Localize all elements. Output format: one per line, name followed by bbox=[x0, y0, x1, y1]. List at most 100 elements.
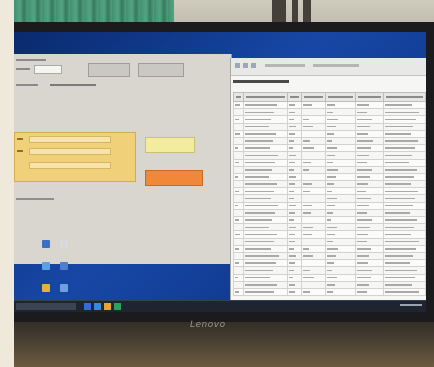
grid-column-header[interactable] bbox=[243, 92, 288, 102]
table-cell[interactable] bbox=[287, 223, 302, 232]
table-cell[interactable] bbox=[383, 180, 426, 189]
table-cell[interactable] bbox=[355, 100, 384, 110]
table-cell[interactable] bbox=[287, 158, 302, 167]
table-cell[interactable] bbox=[355, 201, 384, 210]
table-cell[interactable] bbox=[233, 208, 244, 218]
table-row[interactable] bbox=[233, 136, 426, 146]
table-cell[interactable] bbox=[325, 136, 356, 146]
table-cell[interactable] bbox=[233, 251, 244, 261]
table-cell[interactable] bbox=[355, 165, 384, 174]
table-cell[interactable] bbox=[243, 208, 288, 218]
grid-column-header[interactable] bbox=[301, 92, 326, 102]
table-cell[interactable] bbox=[383, 187, 426, 196]
table-cell[interactable] bbox=[383, 215, 426, 225]
grid-column-header[interactable] bbox=[233, 92, 244, 102]
table-cell[interactable] bbox=[287, 108, 302, 117]
table-cell[interactable] bbox=[233, 194, 244, 203]
taskbar-app-icon[interactable] bbox=[84, 303, 91, 310]
table-cell[interactable] bbox=[383, 230, 426, 239]
grid-column-header[interactable] bbox=[325, 92, 356, 102]
table-cell[interactable] bbox=[243, 129, 288, 138]
table-cell[interactable] bbox=[301, 151, 326, 160]
table-cell[interactable] bbox=[325, 165, 356, 174]
table-cell[interactable] bbox=[233, 187, 244, 196]
table-cell[interactable] bbox=[287, 244, 302, 253]
table-cell[interactable] bbox=[233, 230, 244, 239]
table-cell[interactable] bbox=[325, 223, 356, 232]
table-cell[interactable] bbox=[233, 180, 244, 189]
table-cell[interactable] bbox=[383, 244, 426, 253]
toolbar-icon[interactable] bbox=[235, 63, 240, 68]
table-cell[interactable] bbox=[355, 172, 384, 182]
table-cell[interactable] bbox=[287, 151, 302, 160]
table-cell[interactable] bbox=[243, 194, 288, 203]
table-cell[interactable] bbox=[383, 194, 426, 203]
table-cell[interactable] bbox=[325, 201, 356, 210]
table-cell[interactable] bbox=[325, 215, 356, 225]
table-row[interactable] bbox=[233, 158, 426, 167]
table-cell[interactable] bbox=[325, 259, 356, 268]
table-cell[interactable] bbox=[243, 115, 288, 124]
table-cell[interactable] bbox=[355, 230, 384, 239]
grid-column-header[interactable] bbox=[355, 92, 384, 102]
table-row[interactable] bbox=[233, 187, 426, 196]
table-cell[interactable] bbox=[243, 187, 288, 196]
table-cell[interactable] bbox=[287, 237, 302, 246]
desktop-icon[interactable] bbox=[42, 240, 50, 248]
table-cell[interactable] bbox=[301, 158, 326, 167]
dropdown-input[interactable] bbox=[34, 65, 62, 74]
table-cell[interactable] bbox=[355, 237, 384, 246]
table-cell[interactable] bbox=[233, 273, 244, 282]
table-cell[interactable] bbox=[233, 136, 244, 146]
table-row[interactable] bbox=[233, 273, 426, 282]
table-row[interactable] bbox=[233, 287, 426, 297]
table-cell[interactable] bbox=[325, 251, 356, 261]
table-cell[interactable] bbox=[325, 151, 356, 160]
table-cell[interactable] bbox=[383, 172, 426, 182]
table-row[interactable] bbox=[233, 100, 426, 110]
table-cell[interactable] bbox=[325, 194, 356, 203]
table-cell[interactable] bbox=[355, 259, 384, 268]
table-cell[interactable] bbox=[301, 201, 326, 210]
table-cell[interactable] bbox=[243, 223, 288, 232]
table-cell[interactable] bbox=[233, 259, 244, 268]
table-cell[interactable] bbox=[243, 230, 288, 239]
table-row[interactable] bbox=[233, 215, 426, 225]
table-row[interactable] bbox=[233, 122, 426, 131]
table-cell[interactable] bbox=[233, 144, 244, 153]
table-row[interactable] bbox=[233, 251, 426, 261]
toolbar-icon[interactable] bbox=[251, 63, 256, 68]
table-cell[interactable] bbox=[383, 251, 426, 261]
table-cell[interactable] bbox=[287, 273, 302, 282]
table-cell[interactable] bbox=[287, 266, 302, 275]
table-cell[interactable] bbox=[325, 144, 356, 153]
table-cell[interactable] bbox=[383, 208, 426, 218]
table-cell[interactable] bbox=[243, 244, 288, 253]
table-cell[interactable] bbox=[243, 144, 288, 153]
table-row[interactable] bbox=[233, 129, 426, 138]
table-cell[interactable] bbox=[355, 251, 384, 261]
table-cell[interactable] bbox=[301, 280, 326, 289]
table-cell[interactable] bbox=[243, 158, 288, 167]
table-cell[interactable] bbox=[287, 172, 302, 182]
table-cell[interactable] bbox=[325, 180, 356, 189]
table-cell[interactable] bbox=[243, 122, 288, 131]
table-cell[interactable] bbox=[383, 108, 426, 117]
table-cell[interactable] bbox=[287, 144, 302, 153]
table-cell[interactable] bbox=[325, 129, 356, 138]
table-cell[interactable] bbox=[301, 259, 326, 268]
table-cell[interactable] bbox=[355, 122, 384, 131]
table-cell[interactable] bbox=[301, 273, 326, 282]
table-cell[interactable] bbox=[287, 165, 302, 174]
table-cell[interactable] bbox=[325, 280, 356, 289]
table-cell[interactable] bbox=[233, 215, 244, 225]
table-cell[interactable] bbox=[243, 237, 288, 246]
toolbar-button[interactable] bbox=[88, 63, 130, 77]
table-cell[interactable] bbox=[301, 129, 326, 138]
table-cell[interactable] bbox=[233, 165, 244, 174]
table-cell[interactable] bbox=[287, 180, 302, 189]
table-cell[interactable] bbox=[233, 223, 244, 232]
table-cell[interactable] bbox=[233, 129, 244, 138]
table-cell[interactable] bbox=[243, 180, 288, 189]
table-cell[interactable] bbox=[243, 251, 288, 261]
